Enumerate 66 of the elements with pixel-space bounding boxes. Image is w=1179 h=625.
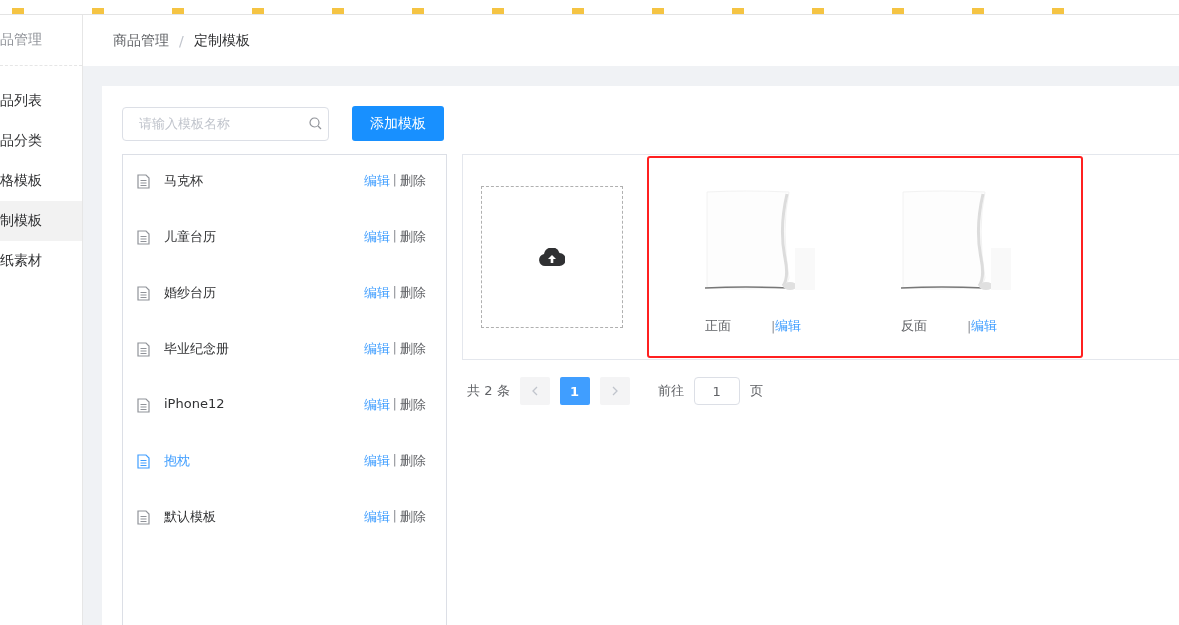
link-separator: | [392,172,397,189]
folder-icon[interactable] [12,8,24,14]
template-name[interactable]: 默认模板 [164,508,350,526]
chevron-right-icon [611,386,618,396]
delete-link[interactable]: 删除 [400,172,426,190]
template-name[interactable]: 婚纱台历 [164,284,350,302]
link-separator: | [392,508,397,525]
document-icon [137,398,150,413]
folder-icon[interactable] [332,8,344,14]
next-page-button[interactable] [599,377,630,405]
link-separator: | [392,396,397,413]
folder-icon[interactable] [172,8,184,14]
breadcrumb-separator: / [179,32,184,49]
chevron-left-icon [531,386,538,396]
document-icon [137,510,150,525]
template-name[interactable]: 儿童台历 [164,228,350,246]
delete-link[interactable]: 删除 [400,508,426,526]
link-separator: | [392,284,397,301]
delete-link[interactable]: 删除 [400,228,426,246]
delete-link[interactable]: 删除 [400,396,426,414]
link-separator: | [967,318,972,334]
document-icon [137,230,150,245]
sidebar-item[interactable]: 纸素材 [0,241,82,281]
sidebar-title: 品管理 [0,15,82,66]
link-separator: | [392,452,397,469]
breadcrumb-item: 定制模板 [193,31,250,50]
folder-icon[interactable] [972,8,984,14]
previous-page-button[interactable] [519,377,550,405]
sidebar-item[interactable]: 制模板 [0,201,82,241]
link-separator: | [392,340,397,357]
delete-link[interactable]: 删除 [400,284,426,302]
link-separator: | [392,228,397,245]
delete-link[interactable]: 删除 [400,340,426,358]
upload-area[interactable] [481,186,623,328]
search-icon[interactable] [309,117,322,130]
folder-icon[interactable] [92,8,104,14]
side-label: 正面 [705,317,732,335]
sidebar-item[interactable]: 格模板 [0,161,82,201]
side-label: 反面 [901,317,928,335]
document-icon [137,174,150,189]
delete-link[interactable]: 删除 [400,452,426,470]
folder-icon[interactable] [892,8,904,14]
sidebar-item[interactable]: 品列表 [0,81,82,121]
folder-icon[interactable] [732,8,744,14]
link-separator: | [771,318,776,334]
breadcrumb-item[interactable]: 商品管理 [113,31,169,50]
folder-icon[interactable] [572,8,584,14]
cloud-upload-icon [539,248,565,266]
sidebar-item[interactable]: 品分类 [0,121,82,161]
template-name[interactable]: 毕业纪念册 [164,340,350,358]
page-suffix: 页 [749,382,763,400]
template-name[interactable]: 马克杯 [164,172,350,190]
total-count: 共 2 条 [467,382,510,400]
folder-icon[interactable] [252,8,264,14]
template-name[interactable]: iPhone12 [164,396,350,411]
folder-icon[interactable] [652,8,664,14]
folder-icon[interactable] [812,8,824,14]
document-icon [137,342,150,357]
goto-label: 前往 [657,382,684,400]
search-box[interactable]: 请输入模板名称 [122,106,329,141]
folder-icon[interactable] [1052,8,1064,14]
folder-icon[interactable] [412,8,424,14]
document-icon [137,286,150,301]
document-icon [137,454,150,469]
page-input[interactable]: 1 [693,377,740,405]
folder-icon[interactable] [492,8,504,14]
